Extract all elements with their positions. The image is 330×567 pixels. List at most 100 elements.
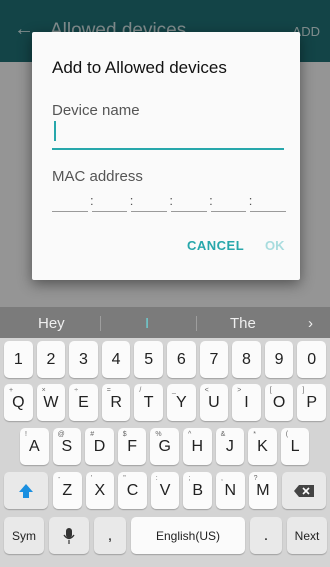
letter-key-k[interactable]: * K [248,428,277,465]
letter-key-c[interactable]: " C [118,472,147,509]
letter-key-x[interactable]: ' X [85,472,115,509]
comma-key[interactable]: , [94,517,126,554]
key-label: Z [62,481,73,499]
mic-key[interactable] [49,517,89,554]
key-label: M [256,481,270,499]
key-label: E [78,393,89,411]
add-allowed-device-dialog: Add to Allowed devices Device name MAC a… [32,32,300,280]
suggestion-1[interactable]: Hey [38,315,65,332]
cancel-button[interactable]: CANCEL [187,238,244,253]
letter-key-e[interactable]: ÷ E [69,384,98,421]
digit-key-9[interactable]: 9 [264,341,294,378]
key-alt-label: + [9,387,14,394]
key-label: V [159,481,171,499]
key-alt-label: / [139,387,142,394]
key-label: 6 [176,350,186,368]
letter-key-a[interactable]: ! A [20,428,49,465]
key-label: S [61,437,73,455]
mac-segment-3[interactable]: : [131,190,173,212]
key-alt-label: # [90,431,95,438]
letter-key-q[interactable]: + Q [4,384,33,421]
key-alt-label: ' [90,475,92,482]
letter-key-v[interactable]: :V [150,472,180,509]
backspace-key[interactable] [282,472,326,509]
mac-segment-6[interactable] [250,190,287,212]
digit-key-4[interactable]: 4 [101,341,131,378]
letter-key-t[interactable]: / T [134,384,163,421]
ok-button[interactable]: OK [265,238,285,253]
digit-key-1[interactable]: 1 [4,341,33,378]
sym-key[interactable]: Sym [4,517,44,554]
key-label: K [257,437,268,455]
suggestion-3[interactable]: The [230,315,256,332]
key-alt-label: > [237,387,242,394]
letter-key-f[interactable]: $ F [117,428,147,465]
key-label: G [158,437,171,455]
space-key[interactable]: English(US) [131,517,245,554]
digit-key-2[interactable]: 2 [36,341,66,378]
key-alt-label: [ [269,387,272,394]
key-label: 2 [46,350,56,368]
letter-key-m[interactable]: ? M [248,472,278,509]
key-label: 1 [13,350,23,368]
key-label: 8 [242,350,251,368]
period-key[interactable]: . [250,517,282,554]
key-alt-label: & [220,431,226,438]
letter-key-g[interactable]: % G [150,428,179,465]
letter-key-z[interactable]: -Z [53,472,82,509]
key-label: F [127,437,137,455]
letter-key-j[interactable]: & J [215,428,245,465]
key-alt-label: _ [172,387,176,394]
digit-key-6[interactable]: 6 [167,341,196,378]
chevron-right-icon[interactable]: › [308,315,313,332]
key-alt-label: = [106,387,111,394]
key-alt-label: * [253,431,256,438]
letter-key-i[interactable]: > I [232,384,261,421]
digit-key-5[interactable]: 5 [134,341,163,378]
letter-key-o[interactable]: [O [264,384,294,421]
letter-key-n[interactable]: ,N [216,472,245,509]
letter-key-u[interactable]: < U [199,384,229,421]
digit-key-7[interactable]: 7 [199,341,229,378]
mac-segment-4[interactable]: : [171,190,213,212]
suggestion-bar: Hey I The › [0,307,330,338]
key-label: 0 [307,350,317,368]
mac-segment-2[interactable]: : [91,190,133,212]
letter-key-r[interactable]: = R [101,384,131,421]
key-label: U [208,393,220,411]
key-label: O [272,393,286,411]
suggestion-2[interactable]: I [145,315,149,332]
keyboard: Hey I The › 1234567890 + Q × W ÷ E = R / T _ Y < U > I[… [0,307,330,567]
digit-key-8[interactable]: 8 [232,341,261,378]
key-alt-label: ( [285,431,289,438]
letter-key-y[interactable]: _ Y [167,384,196,421]
key-label: I [244,393,249,411]
mac-segment-1[interactable]: : [52,190,94,212]
digit-key-0[interactable]: 0 [297,341,326,378]
next-key[interactable]: Next [287,517,327,554]
key-label: 4 [111,350,121,368]
key-label: Q [12,393,25,411]
letter-key-s[interactable]: @ S [52,428,82,465]
key-label: J [225,437,234,455]
letter-key-w[interactable]: × W [36,384,66,421]
mac-segment-5[interactable]: : [210,190,252,212]
key-alt-label: " [123,475,126,482]
key-alt-label: ] [302,387,305,394]
letter-key-d[interactable]: # D [85,428,114,465]
key-label: H [191,437,204,455]
key-label: 3 [79,350,88,368]
letter-key-b[interactable]: ; B [183,472,212,509]
letter-key-h[interactable]: ^ H [183,428,212,465]
mac-address-input[interactable]: : : : : : [52,190,287,212]
key-alt-label: : [155,475,158,482]
key-label: N [224,481,237,499]
key-label: B [192,481,204,499]
key-label: 5 [144,350,154,368]
letter-key-l[interactable]: (L [280,428,310,465]
device-name-input[interactable] [52,148,284,150]
letter-key-p[interactable]: ] P [297,384,326,421]
shift-key[interactable] [4,472,48,509]
key-alt-label: < [204,387,209,394]
digit-key-3[interactable]: 3 [69,341,98,378]
